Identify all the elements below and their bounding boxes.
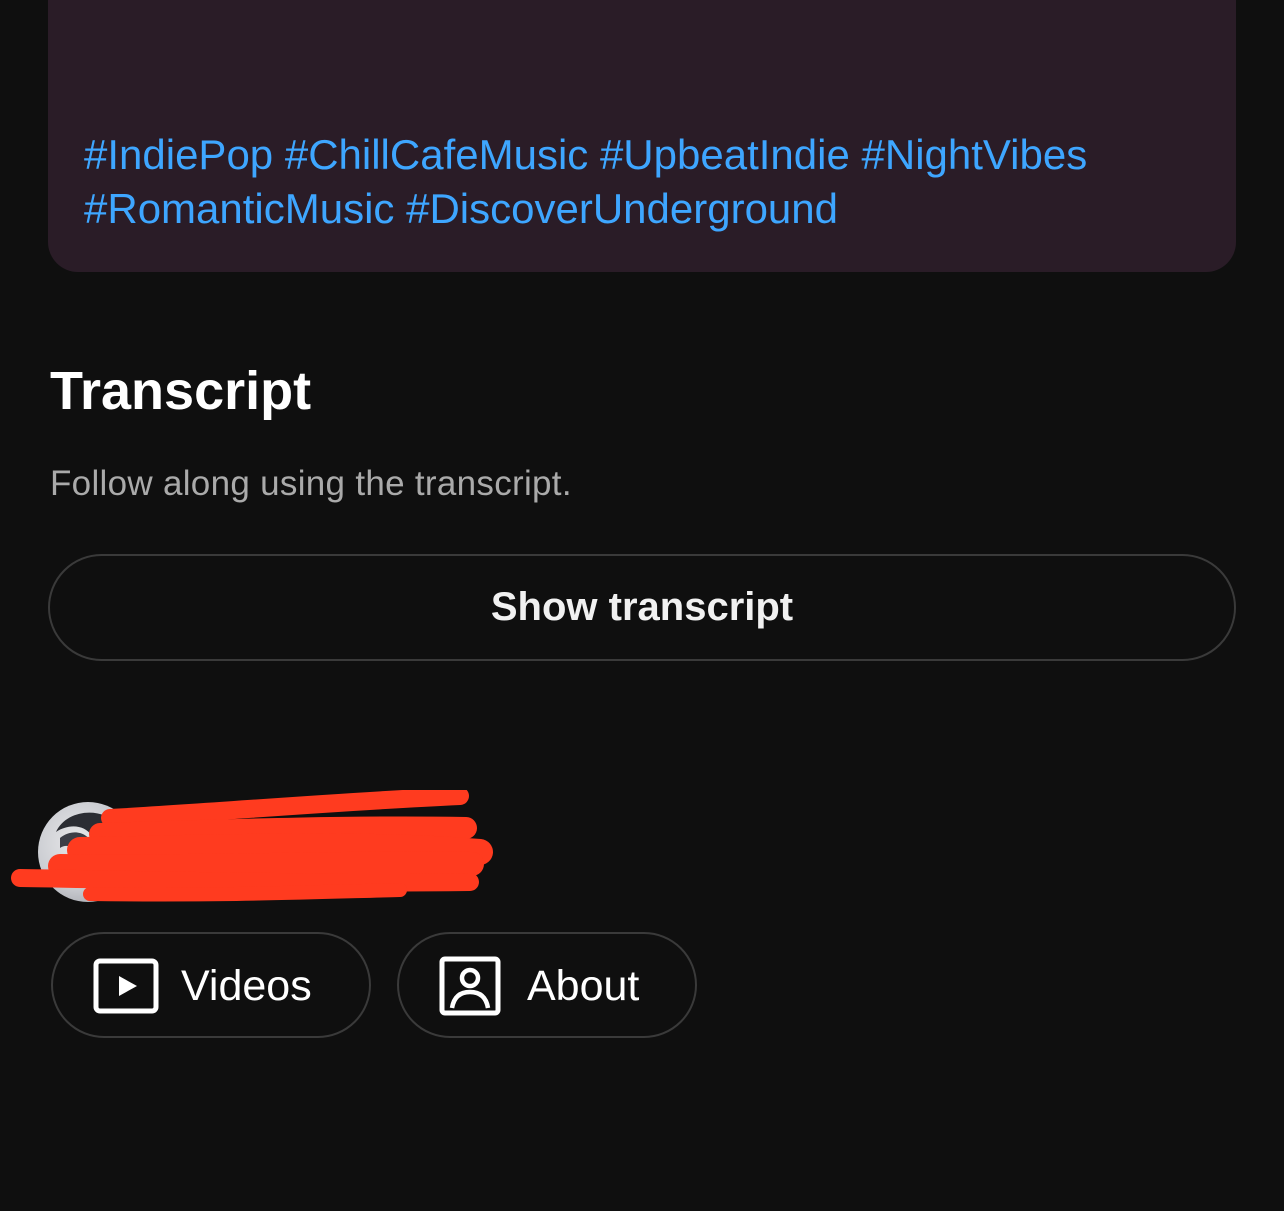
transcript-subtitle: Follow along using the transcript.	[50, 464, 572, 503]
person-square-icon	[439, 956, 501, 1016]
videos-label: Videos	[181, 962, 312, 1010]
play-square-icon	[93, 958, 159, 1014]
page: #IndiePop #ChillCafeMusic #UpbeatIndie #…	[0, 0, 1284, 1211]
show-transcript-button[interactable]: Show transcript	[48, 554, 1236, 661]
about-label: About	[527, 962, 640, 1010]
hashtag-link[interactable]: #RomanticMusic	[84, 185, 394, 232]
hashtag-link[interactable]: #DiscoverUnderground	[406, 185, 838, 232]
hashtag-link[interactable]: #ChillCafeMusic	[285, 131, 588, 178]
hashtag-list: #IndiePop #ChillCafeMusic #UpbeatIndie #…	[84, 128, 1194, 236]
description-card: #IndiePop #ChillCafeMusic #UpbeatIndie #…	[48, 0, 1236, 272]
hashtag-link[interactable]: #UpbeatIndie	[600, 131, 850, 178]
redaction-scribble	[11, 790, 493, 902]
channel-row[interactable]	[0, 790, 520, 910]
transcript-title: Transcript	[50, 361, 312, 421]
videos-button[interactable]: Videos	[51, 932, 371, 1038]
hashtag-link[interactable]: #IndiePop	[84, 131, 273, 178]
about-button[interactable]: About	[397, 932, 697, 1038]
hashtag-link[interactable]: #NightVibes	[862, 131, 1088, 178]
